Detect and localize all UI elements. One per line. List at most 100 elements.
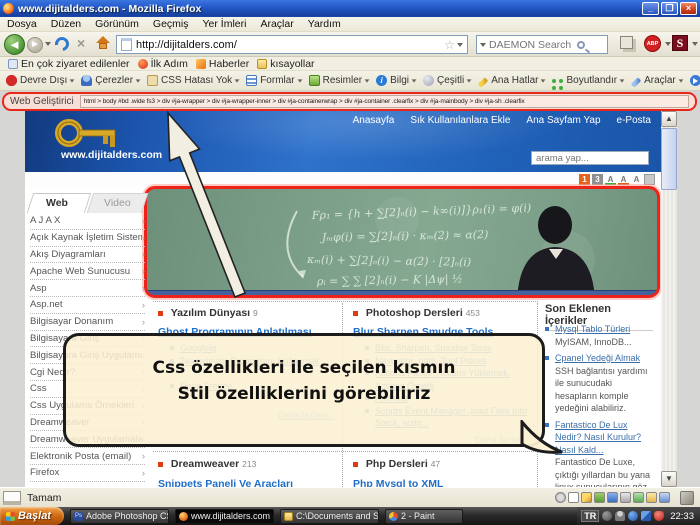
user-tray-icon[interactable]	[615, 511, 625, 521]
wd-information[interactable]: iBilgi	[376, 75, 417, 86]
stylish-icon[interactable]: S	[672, 35, 688, 51]
close-button[interactable]: ×	[680, 2, 697, 15]
headline-snippets[interactable]: Snippets Paneli Ve Araçları	[158, 478, 293, 487]
wd-viewsource[interactable]: Kaynağı Göster	[690, 75, 700, 86]
web-search-input[interactable]	[489, 39, 575, 51]
latest-item-mysql[interactable]: Mysql Tablo Türleri MyISAM, InnoDB...	[545, 323, 655, 348]
taskbar-button-photoshop[interactable]: Ps Adobe Photoshop CS...	[70, 509, 169, 524]
site-domain[interactable]: www.dijitalders.com	[61, 149, 162, 161]
bookmark-ilk-adim[interactable]: İlk Adım	[138, 58, 188, 70]
menu-yerimleri[interactable]: Yer İmleri	[196, 18, 254, 30]
badge-3-icon[interactable]: 3	[592, 174, 603, 185]
vertical-scrollbar[interactable]: ▲ ▼	[661, 111, 677, 487]
sidebar-item-aspnet[interactable]: Asp.net›	[30, 297, 145, 314]
menu-gecmis[interactable]: Geçmiş	[146, 18, 196, 30]
monitors-tray-icon[interactable]	[641, 511, 651, 521]
forward-button[interactable]: ►	[27, 37, 43, 53]
selected-banner-image[interactable]: Fρ₁ = {h + ∑[2]ₙ(i) − k∞(i)]}ρ₁(i) = φ(i…	[144, 186, 660, 298]
font-normal-icon[interactable]: A	[631, 174, 642, 185]
menu-gorunum[interactable]: Görünüm	[88, 18, 146, 30]
tab-web[interactable]: Web	[46, 197, 68, 209]
sidebar-item-firefox[interactable]: Firefox›	[30, 465, 145, 482]
refresh-icon[interactable]	[633, 492, 644, 503]
font-larger-icon[interactable]: A	[605, 174, 616, 185]
scroll-up-button[interactable]: ▲	[661, 111, 677, 127]
hide-icons-icon[interactable]	[602, 511, 612, 521]
latest-item-cpanel[interactable]: Cpanel Yedeği Almak SSH bağlantısı yardı…	[545, 352, 655, 415]
folder-small-icon[interactable]	[646, 492, 657, 503]
start-button[interactable]: Başlat	[0, 507, 64, 525]
taskbar-button-paint[interactable]: 2 - Paint	[385, 509, 463, 524]
sidebar-item-asp[interactable]: Asp›	[30, 280, 145, 297]
palette-icon[interactable]	[594, 492, 605, 503]
tab-video[interactable]: Video	[104, 197, 131, 209]
stop-button[interactable]: ×	[77, 35, 85, 51]
sidebar-item-acik-kaynak[interactable]: Açık Kaynak İşletim Sistemleri›	[30, 230, 145, 247]
taskbar-button-explorer[interactable]: C:\Documents and Se...	[280, 509, 379, 524]
wrench-icon[interactable]	[680, 491, 694, 505]
nav-ana-sayfam-yap[interactable]: Ana Sayfam Yap	[526, 115, 600, 126]
security-shield-icon[interactable]	[654, 511, 664, 521]
save-icon[interactable]	[607, 492, 618, 503]
sidebar-item-donanim[interactable]: Bilgisayar Donanım›	[30, 314, 145, 331]
wd-forms[interactable]: Formlar	[246, 75, 302, 86]
printer-icon[interactable]	[620, 492, 631, 503]
bookmark-haberler[interactable]: Haberler	[196, 58, 249, 70]
print-icon[interactable]	[644, 174, 655, 185]
menu-yardim[interactable]: Yardım	[301, 18, 348, 30]
scrollbar-thumb[interactable]	[661, 128, 677, 190]
wd-cookies[interactable]: Çerezler	[81, 75, 141, 86]
minimize-button[interactable]: _	[642, 2, 659, 15]
restore-button[interactable]: ❐	[661, 2, 678, 15]
wd-tools[interactable]: Araçlar	[631, 75, 684, 86]
adblock-plus-icon[interactable]: ABP	[644, 35, 661, 52]
url-dropdown-icon[interactable]	[457, 43, 463, 47]
sidebar-item-apache[interactable]: Apache Web Sunucusu›	[30, 263, 145, 280]
wd-resize[interactable]: Boyutlandır	[552, 75, 625, 86]
nav-eposta[interactable]: e-Posta	[617, 115, 651, 126]
taskbar-button-firefox[interactable]: www.dijitalders.com -...	[175, 509, 274, 524]
wd-miscellaneous[interactable]: Çeşitli	[423, 75, 472, 86]
search-icon[interactable]	[577, 41, 585, 49]
wd-css[interactable]: CSS Hatası Yok	[147, 75, 240, 86]
sidebar-item-eposta[interactable]: Elektronik Posta (email)›	[30, 448, 145, 465]
site-search-input[interactable]	[531, 151, 649, 165]
stylish-dropdown-icon[interactable]	[692, 42, 698, 46]
menu-araclar[interactable]: Araçlar	[253, 18, 300, 30]
back-button[interactable]: ◄	[4, 34, 25, 55]
network-tray-icon[interactable]	[628, 511, 638, 521]
document-icon[interactable]	[568, 492, 579, 503]
headline-php-mysql[interactable]: Php Mysql to XML	[353, 478, 443, 487]
language-indicator[interactable]: TR	[581, 510, 599, 522]
element-info-icon[interactable]	[3, 491, 21, 505]
abp-dropdown-icon[interactable]	[665, 42, 671, 46]
wd-images[interactable]: Resimler	[309, 75, 370, 86]
pencil-icon[interactable]	[581, 492, 592, 503]
menu-duzen[interactable]: Düzen	[44, 18, 88, 30]
menu-dosya[interactable]: Dosya	[0, 18, 44, 30]
gear-icon[interactable]	[555, 492, 566, 503]
tabs-list-icon[interactable]	[620, 36, 633, 49]
url-input[interactable]	[136, 39, 444, 51]
search-engine-dropdown-icon[interactable]	[480, 43, 486, 47]
bookmark-star-icon[interactable]: ☆	[444, 38, 455, 52]
badge-1-icon[interactable]: 1	[579, 174, 590, 185]
history-dropdown-icon[interactable]	[45, 42, 51, 46]
outline-icon	[478, 77, 489, 88]
bookmark-most-visited[interactable]: En çok ziyaret edilenler	[8, 58, 130, 70]
sidebar-item-akis-diyagramlari[interactable]: Akış Diyagramları›	[30, 247, 145, 264]
sidebar-item-ajax[interactable]: A J A X›	[30, 213, 145, 230]
nav-anasayfa[interactable]: Anasayfa	[353, 115, 395, 126]
dom-path[interactable]: html > body #bd .wide fs3 > div #ja-wrap…	[80, 95, 689, 108]
bookmark-kisayollar[interactable]: kısayollar	[257, 58, 314, 70]
home-icon[interactable]	[96, 36, 110, 43]
home-button[interactable]	[99, 43, 107, 49]
latest-item-fantastico[interactable]: Fantastico De Lux Nedir? Nasıl Kurulur? …	[545, 419, 655, 488]
cursor-icon[interactable]	[659, 492, 670, 503]
scroll-down-button[interactable]: ▼	[661, 471, 677, 487]
wd-outline[interactable]: Ana Hatlar	[478, 75, 546, 86]
font-smaller-icon[interactable]: A	[618, 174, 629, 185]
wd-disable[interactable]: Devre Dışı	[6, 75, 75, 86]
nav-sik-kullanilanlara-ekle[interactable]: Sık Kullanılanlara Ekle	[410, 115, 510, 126]
clock[interactable]: 22:33	[670, 511, 694, 522]
